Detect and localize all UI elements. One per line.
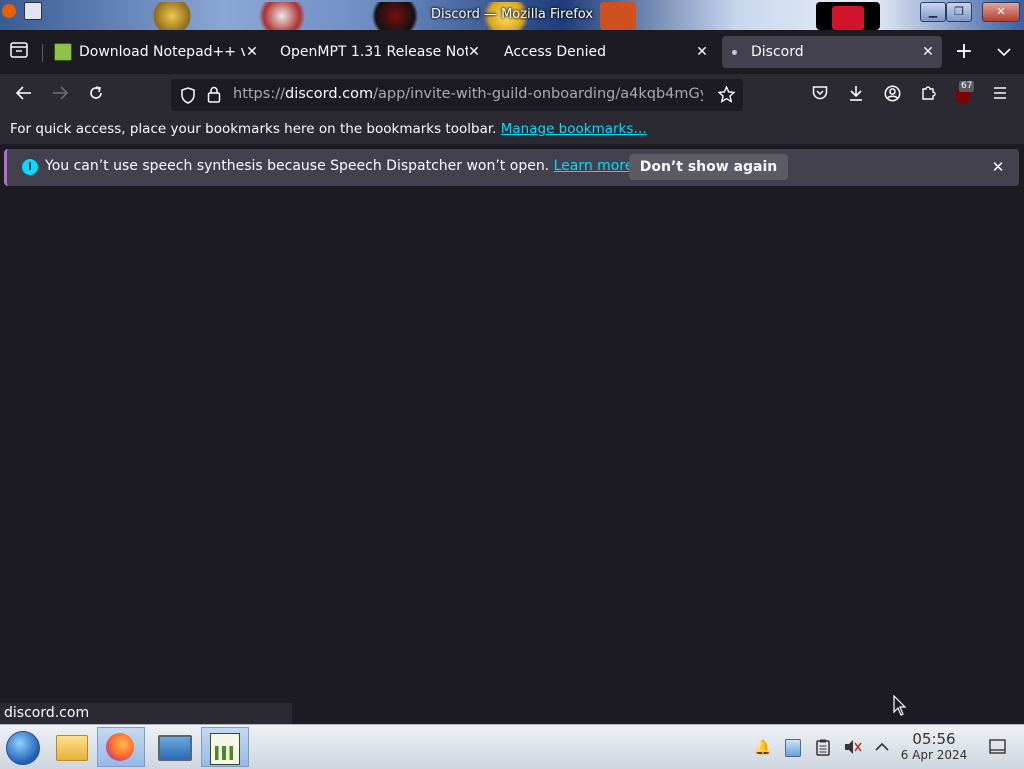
bookmark-star-icon[interactable] — [717, 85, 736, 107]
tab-separator — [42, 44, 43, 62]
manage-bookmarks-link[interactable]: Manage bookmarks… — [501, 121, 647, 137]
taskbar-notepadpp[interactable] — [201, 727, 249, 767]
taskbar-display-settings[interactable] — [150, 727, 198, 767]
extensions-button[interactable] — [918, 85, 938, 105]
back-arrow-icon — [15, 86, 31, 100]
maximize-icon: ❐ — [954, 5, 964, 18]
downloads-button[interactable] — [846, 85, 866, 105]
chevron-down-icon — [997, 48, 1011, 57]
dont-show-again-button[interactable]: Don’t show again — [629, 154, 788, 180]
speaker-muted-icon[interactable] — [844, 739, 862, 757]
tab-access-denied[interactable]: Access Denied ✕ — [496, 36, 716, 68]
notification-text: You can’t use speech synthesis because S… — [45, 158, 550, 174]
extension-badge: 67 — [959, 81, 975, 92]
reload-icon — [90, 86, 102, 99]
account-icon — [884, 85, 900, 102]
url-path: /app/invite-with-guild-onboarding/a4kqb4… — [373, 86, 703, 102]
new-tab-button[interactable]: + — [954, 41, 974, 63]
url-text[interactable]: https://discord.com/app/invite-with-guil… — [233, 86, 703, 102]
reload-button[interactable] — [86, 85, 106, 105]
tab-label: Download Notepad++ v8 — [79, 44, 245, 60]
firefox-icon — [106, 733, 134, 761]
nav-bar: https://discord.com/app/invite-with-guil… — [0, 74, 1024, 116]
forward-arrow-icon — [53, 86, 69, 100]
close-window-button[interactable]: ✕ — [982, 2, 1020, 22]
clipboard-icon[interactable] — [814, 739, 832, 757]
page-content — [0, 190, 1024, 724]
folder-icon — [56, 735, 88, 761]
taskbar-firefox[interactable] — [97, 727, 145, 767]
monitor-icon — [158, 735, 192, 761]
tracking-protection-shield-icon[interactable] — [180, 87, 196, 108]
start-button[interactable] — [0, 727, 48, 767]
tab-list-button[interactable] — [994, 42, 1014, 62]
back-button[interactable] — [14, 85, 34, 105]
download-icon — [850, 86, 862, 101]
tab-label: Discord — [751, 44, 804, 60]
account-button[interactable] — [882, 85, 902, 105]
clock-date: 6 Apr 2024 — [900, 748, 968, 762]
window-title: Discord — Mozilla Firefox — [430, 7, 594, 22]
mouse-cursor-icon — [893, 695, 907, 716]
status-panel: discord.com — [0, 703, 292, 724]
show-desktop-icon[interactable] — [988, 739, 1006, 757]
url-prefix: https:// — [233, 86, 285, 102]
tab-label: OpenMPT 1.31 Release Notes — [280, 44, 468, 60]
app-menu-button[interactable] — [990, 85, 1010, 105]
puzzle-piece-icon — [922, 86, 936, 100]
speech-notification-bar: i You can’t use speech synthesis because… — [4, 149, 1019, 186]
close-icon: ✕ — [996, 5, 1006, 18]
minimize-button[interactable]: ▁ — [920, 2, 946, 22]
bookmarks-hint-text: For quick access, place your bookmarks h… — [10, 121, 497, 137]
firefox-view-icon — [10, 42, 28, 58]
taskbar-file-manager[interactable] — [48, 727, 96, 767]
notification-message: You can’t use speech synthesis because S… — [45, 158, 633, 174]
bookmarks-toolbar: For quick access, place your bookmarks h… — [0, 116, 1024, 144]
bookmarks-message: For quick access, place your bookmarks h… — [10, 121, 647, 137]
maximize-button[interactable]: ❐ — [946, 2, 972, 22]
taskbar: 🔔 05:56 6 Apr 2024 — [0, 724, 1024, 769]
tray-expand-chevron-up-icon[interactable] — [873, 739, 891, 757]
start-orb-icon — [6, 731, 40, 765]
loading-dot-icon — [732, 49, 737, 55]
notepad-plus-icon — [210, 733, 240, 765]
pocket-button[interactable] — [810, 85, 830, 105]
minimize-icon: ▁ — [928, 5, 938, 18]
tab-notepad[interactable]: Download Notepad++ v8 ✕ — [48, 36, 266, 68]
pocket-icon — [812, 86, 828, 100]
lock-icon[interactable] — [207, 86, 221, 107]
tab-strip: Download Notepad++ v8 ✕ OpenMPT 1.31 Rel… — [0, 30, 1024, 74]
info-icon: i — [22, 159, 38, 175]
system-clock[interactable]: 05:56 6 Apr 2024 — [900, 731, 968, 763]
hamburger-menu-icon — [994, 87, 1006, 99]
close-notification-icon[interactable]: ✕ — [989, 158, 1007, 176]
tab-label: Access Denied — [504, 44, 607, 60]
learn-more-link[interactable]: Learn more — [554, 158, 634, 174]
close-tab-icon[interactable]: ✕ — [466, 44, 482, 60]
clock-time: 05:56 — [912, 730, 956, 748]
tab-openmpt[interactable]: OpenMPT 1.31 Release Notes ✕ — [272, 36, 488, 68]
close-tab-icon[interactable]: ✕ — [920, 44, 936, 60]
system-tray-app-icon[interactable] — [784, 739, 802, 757]
notepad-favicon-icon — [54, 43, 72, 61]
forward-button[interactable] — [50, 85, 70, 105]
close-tab-icon[interactable]: ✕ — [694, 44, 710, 60]
notifications-bell-icon[interactable]: 🔔 — [754, 739, 772, 757]
url-host: discord.com — [284, 86, 374, 102]
tab-discord[interactable]: Discord ✕ — [722, 36, 942, 68]
ublock-extension-button[interactable]: 67 — [954, 81, 975, 105]
window-titlebar: Discord — Mozilla Firefox ▁ ❐ ✕ — [0, 0, 1024, 30]
close-tab-icon[interactable]: ✕ — [244, 44, 260, 60]
firefox-view-button[interactable] — [9, 42, 29, 62]
url-bar[interactable]: https://discord.com/app/invite-with-guil… — [171, 79, 743, 111]
